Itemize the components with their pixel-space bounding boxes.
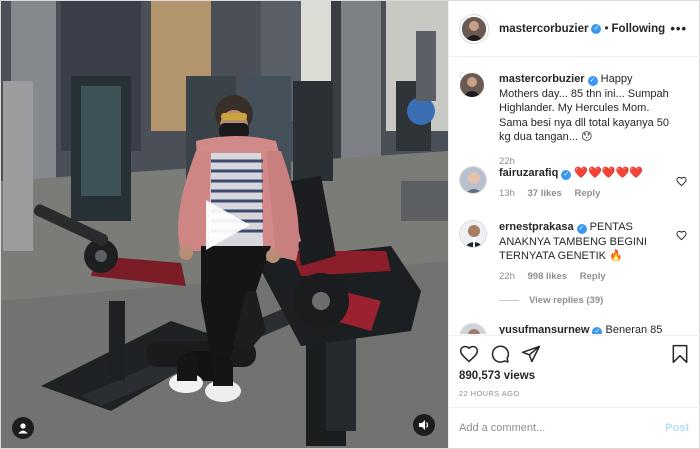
verified-badge-icon: ✓ xyxy=(591,23,602,34)
comment-avatar[interactable] xyxy=(459,323,487,334)
comment-time[interactable]: 13h xyxy=(499,188,515,199)
heart-icon[interactable] xyxy=(459,344,479,364)
verified-badge-icon: ✓ xyxy=(561,170,572,180)
post-header: mastercorbuzier ✓ • Following ••• xyxy=(449,1,700,57)
post-timestamp[interactable]: 22 HOURS AGO xyxy=(459,389,520,398)
view-replies-button[interactable]: View replies (39) xyxy=(499,295,603,306)
more-options-icon[interactable]: ••• xyxy=(670,21,687,36)
comment-text: ❤️❤️❤️❤️❤️ xyxy=(574,167,643,179)
comment-likes[interactable]: 998 likes xyxy=(528,271,568,282)
comment-item: fairuzarafiq ✓ ❤️❤️❤️❤️❤️ 13h 37 likes Re… xyxy=(459,166,691,206)
volume-button[interactable] xyxy=(413,414,435,436)
post-sidebar: mastercorbuzier ✓ • Following ••• master… xyxy=(448,1,700,448)
author-photo xyxy=(462,16,486,41)
commenter-photo xyxy=(460,324,486,334)
comment-username[interactable]: yusufmansurnew xyxy=(499,324,589,334)
comment-icon[interactable] xyxy=(490,344,510,364)
comment-text: Beneran 85 xyxy=(605,324,663,334)
replies-divider xyxy=(499,299,519,301)
caption-avatar[interactable] xyxy=(459,72,484,97)
view-replies-label: View replies (39) xyxy=(529,295,604,306)
play-button[interactable] xyxy=(202,198,252,252)
comment-likes[interactable]: 37 likes xyxy=(528,188,562,199)
commenter-photo xyxy=(460,167,486,193)
comment-username[interactable]: fairuzarafiq xyxy=(499,167,558,179)
reply-button[interactable]: Reply xyxy=(580,271,606,282)
author-username[interactable]: mastercorbuzier xyxy=(499,23,588,35)
bookmark-icon[interactable] xyxy=(671,344,689,364)
commenter-photo xyxy=(460,221,486,247)
share-icon[interactable] xyxy=(521,344,541,364)
volume-icon xyxy=(419,420,429,430)
following-button[interactable]: Following xyxy=(612,23,666,35)
verified-badge-icon: ✓ xyxy=(587,76,598,86)
like-comment-heart-icon[interactable] xyxy=(676,230,687,241)
caption-avatar-photo xyxy=(460,73,484,97)
caption-body: mastercorbuzier ✓ Happy Mothers day... 85… xyxy=(499,72,669,169)
add-comment-input[interactable] xyxy=(459,419,639,437)
post-actions: 890,573 views 22 HOURS AGO xyxy=(449,335,700,405)
comment-item: ernestprakasa ✓ PENTAS ANAKNYA TAMBENG BE… xyxy=(459,220,691,290)
caption-time[interactable]: 22h xyxy=(499,156,515,167)
play-icon xyxy=(206,200,250,250)
comment-body: yusufmansurnew ✓ Beneran 85 xyxy=(499,323,669,334)
caption-username[interactable]: mastercorbuzier xyxy=(499,73,585,85)
reply-button[interactable]: Reply xyxy=(574,188,600,199)
comments-list[interactable]: mastercorbuzier ✓ Happy Mothers day... 85… xyxy=(449,58,700,334)
comment-body: ernestprakasa ✓ PENTAS ANAKNYA TAMBENG BE… xyxy=(499,220,669,284)
comment-body: fairuzarafiq ✓ ❤️❤️❤️❤️❤️ 13h 37 likes Re… xyxy=(499,166,669,201)
comment-meta: 22h 998 likes Reply xyxy=(499,270,669,285)
comment-composer: Post xyxy=(449,407,700,448)
comment-username[interactable]: ernestprakasa xyxy=(499,221,574,233)
post-video[interactable] xyxy=(1,1,448,448)
caption-item: mastercorbuzier ✓ Happy Mothers day... 85… xyxy=(459,72,691,167)
follow-separator: • xyxy=(604,22,609,35)
comment-time[interactable]: 22h xyxy=(499,271,515,282)
comment-meta: 13h 37 likes Reply xyxy=(499,187,669,202)
comment-avatar[interactable] xyxy=(459,166,487,194)
verified-badge-icon: ✓ xyxy=(576,224,587,234)
tagged-people-button[interactable] xyxy=(12,417,34,439)
comment-item: yusufmansurnew ✓ Beneran 85 xyxy=(459,323,691,334)
verified-badge-icon: ✓ xyxy=(592,327,603,334)
profile-icon xyxy=(18,423,28,434)
instagram-post: mastercorbuzier ✓ • Following ••• master… xyxy=(0,0,700,449)
comment-avatar[interactable] xyxy=(459,220,487,248)
author-avatar[interactable] xyxy=(459,13,489,44)
view-count[interactable]: 890,573 views xyxy=(459,370,535,382)
post-comment-button[interactable]: Post xyxy=(665,422,689,434)
like-comment-heart-icon[interactable] xyxy=(676,176,687,187)
